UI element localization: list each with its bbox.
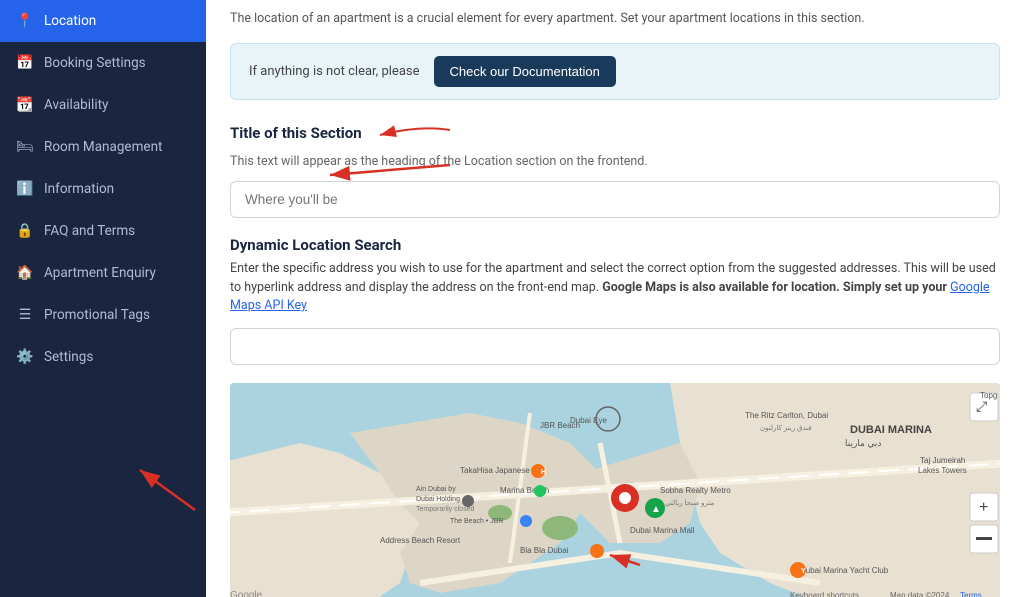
location-icon: 📍: [16, 12, 34, 30]
svg-text:Keyboard shortcuts: Keyboard shortcuts: [790, 591, 859, 597]
info-banner: If anything is not clear, please Check o…: [230, 43, 1000, 100]
sidebar-item-label: Settings: [44, 349, 93, 365]
calendar-icon: 📅: [16, 54, 34, 72]
banner-text: If anything is not clear, please: [249, 64, 420, 79]
svg-text:H: H: [541, 469, 546, 476]
svg-text:Topg: Topg: [980, 391, 997, 400]
red-arrow-1: [370, 120, 460, 150]
map-visual: DUBAI MARINA دبي مارينا The Ritz Carlton…: [230, 383, 1000, 597]
address-input[interactable]: Dubai Marina, Dubai, United Arab Emirate…: [230, 328, 1000, 365]
title-section: Title of this Section This text will app…: [230, 120, 1000, 236]
title-input[interactable]: [230, 181, 1000, 218]
list-icon: ☰: [16, 306, 34, 324]
sidebar-item-information[interactable]: ℹ️ Information: [0, 168, 206, 210]
svg-text:Dubai Holding: Dubai Holding: [416, 496, 460, 503]
page-intro: The location of an apartment is a crucia…: [230, 10, 1000, 29]
gear-icon: ⚙️: [16, 348, 34, 366]
lock-icon: 🔒: [16, 222, 34, 240]
sidebar-item-location[interactable]: 📍 Location: [0, 0, 206, 42]
sidebar-item-label: Promotional Tags: [44, 307, 150, 323]
svg-text:Y: Y: [801, 568, 806, 575]
sidebar-item-faq-terms[interactable]: 🔒 FAQ and Terms: [0, 210, 206, 252]
sidebar-item-label: FAQ and Terms: [44, 223, 135, 239]
svg-text:Dubai Marina Mall: Dubai Marina Mall: [630, 526, 695, 535]
bed-icon: 🛏: [16, 138, 34, 156]
map-container: DUBAI MARINA دبي مارينا The Ritz Carlton…: [230, 383, 1000, 597]
sidebar-item-label: Availability: [44, 97, 108, 113]
svg-text:TakaHisa Japanese: TakaHisa Japanese: [460, 466, 530, 475]
svg-text:مترو صبحا ريالتي: مترو صبحا ريالتي: [665, 499, 714, 507]
title-section-heading: Title of this Section: [230, 124, 362, 142]
info-icon: ℹ️: [16, 180, 34, 198]
svg-text:Sobha Realty Metro: Sobha Realty Metro: [660, 486, 731, 495]
sidebar-item-label: Location: [44, 13, 96, 29]
sidebar-item-booking-settings[interactable]: 📅 Booking Settings: [0, 42, 206, 84]
svg-text:The Ritz Carlton, Dubai: The Ritz Carlton, Dubai: [745, 411, 828, 420]
sidebar-item-settings[interactable]: ⚙️ Settings: [0, 336, 206, 378]
svg-text:Google: Google: [230, 590, 263, 597]
sidebar-item-label: Booking Settings: [44, 55, 146, 71]
documentation-button[interactable]: Check our Documentation: [434, 56, 616, 87]
svg-text:DUBAI MARINA: DUBAI MARINA: [850, 424, 932, 436]
dynamic-heading: Dynamic Location Search: [230, 236, 1000, 254]
svg-text:Dubai Eye: Dubai Eye: [570, 416, 607, 425]
svg-text:فندق ريتز كارلتون: فندق ريتز كارلتون: [760, 424, 812, 432]
svg-text:Address Beach Resort: Address Beach Resort: [380, 536, 461, 545]
sidebar-item-label: Room Management: [44, 139, 162, 155]
svg-text:Terms: Terms: [960, 591, 982, 597]
sidebar-item-label: Apartment Enquiry: [44, 265, 156, 281]
svg-text:Ain Dubai by: Ain Dubai by: [416, 486, 456, 493]
sidebar-item-apartment-enquiry[interactable]: 🏠 Apartment Enquiry: [0, 252, 206, 294]
svg-text:The Beach • JBR: The Beach • JBR: [450, 518, 503, 525]
availability-icon: 📆: [16, 96, 34, 114]
dynamic-desc: Enter the specific address you wish to u…: [230, 260, 1000, 316]
svg-text:Taj Jumeirah: Taj Jumeirah: [920, 456, 965, 465]
sidebar: 📍 Location 📅 Booking Settings 📆 Availabi…: [0, 0, 206, 597]
svg-text:+: +: [979, 499, 988, 516]
dynamic-location-section: Dynamic Location Search Enter the specif…: [230, 236, 1000, 597]
svg-text:دبي مارينا: دبي مارينا: [845, 438, 881, 449]
svg-text:▲: ▲: [651, 504, 661, 515]
sidebar-item-promotional-tags[interactable]: ☰ Promotional Tags: [0, 294, 206, 336]
sidebar-item-room-management[interactable]: 🛏 Room Management: [0, 126, 206, 168]
sidebar-item-label: Information: [44, 181, 114, 197]
apartment-icon: 🏠: [16, 264, 34, 282]
svg-text:Lakes Towers: Lakes Towers: [918, 466, 967, 475]
main-content: The location of an apartment is a crucia…: [206, 0, 1024, 597]
svg-text:Dubai Marina Yacht Club: Dubai Marina Yacht Club: [800, 566, 889, 575]
title-section-desc: This text will appear as the heading of …: [230, 154, 1000, 169]
svg-text:Temporarily closed: Temporarily closed: [416, 506, 474, 513]
svg-text:Bla Bla Dubai: Bla Bla Dubai: [520, 546, 569, 555]
svg-text:Map data ©2024: Map data ©2024: [890, 591, 950, 597]
svg-text:⤢: ⤢: [976, 398, 987, 414]
sidebar-item-availability[interactable]: 📆 Availability: [0, 84, 206, 126]
